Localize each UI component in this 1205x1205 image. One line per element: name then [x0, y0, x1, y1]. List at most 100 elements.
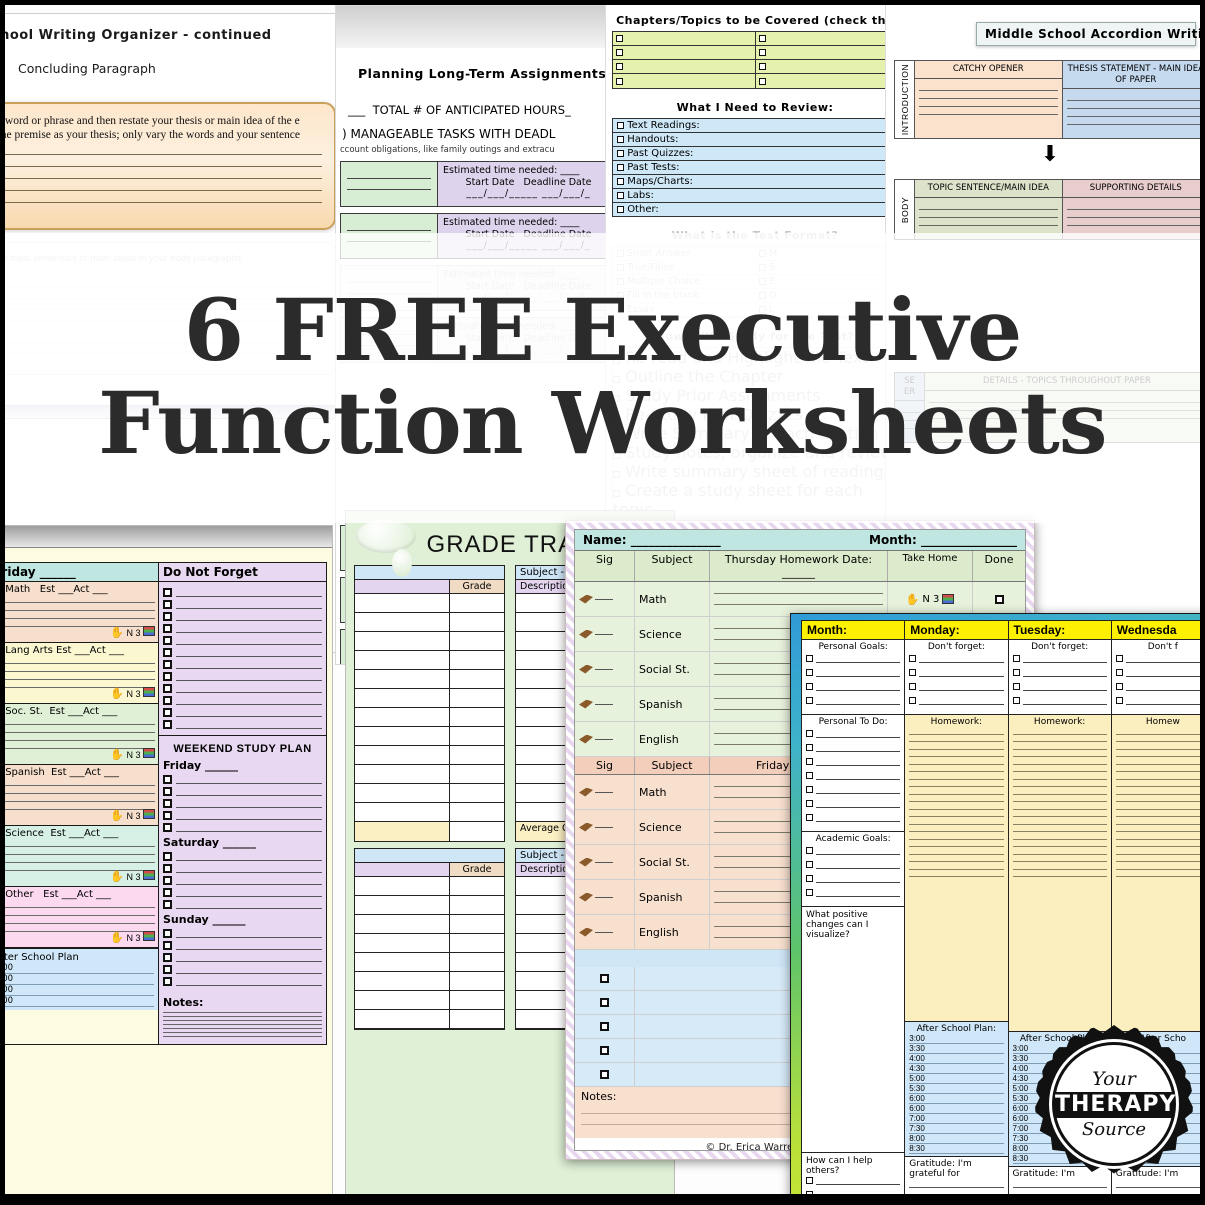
- time-row[interactable]: 3:30: [909, 1044, 1004, 1054]
- chapter-row[interactable]: [613, 46, 897, 60]
- todo-item[interactable]: [806, 771, 901, 780]
- table-row[interactable]: [355, 896, 504, 915]
- dnf-item[interactable]: [163, 588, 322, 597]
- checkbox-icon[interactable]: [163, 929, 172, 938]
- checkbox-icon[interactable]: [806, 730, 813, 737]
- review-item[interactable]: Past Tests:: [613, 161, 897, 175]
- checkbox-icon[interactable]: [600, 974, 609, 983]
- checkbox-icon[interactable]: [163, 775, 172, 784]
- checkbox-icon[interactable]: [806, 669, 813, 676]
- time-row[interactable]: 7:30: [909, 1124, 1004, 1134]
- checkbox-icon[interactable]: [163, 787, 172, 796]
- checkbox-icon[interactable]: [1115, 669, 1123, 676]
- weekend-item[interactable]: [163, 953, 322, 962]
- checkbox-icon[interactable]: [909, 669, 917, 676]
- table-row[interactable]: [355, 651, 504, 670]
- checkbox-icon[interactable]: [806, 800, 813, 807]
- time-row[interactable]: 8:30: [909, 1144, 1004, 1154]
- checkbox-icon[interactable]: [1115, 655, 1123, 662]
- signature-cell[interactable]: [575, 775, 635, 809]
- time-row[interactable]: 8:00: [909, 1134, 1004, 1144]
- average-grade-row[interactable]: [355, 822, 504, 841]
- checkbox-icon[interactable]: [163, 965, 172, 974]
- checkbox-icon[interactable]: [806, 772, 813, 779]
- dnf-item[interactable]: [163, 660, 322, 669]
- dnf-item[interactable]: [163, 636, 322, 645]
- time-row[interactable]: 7:00: [909, 1114, 1004, 1124]
- checkbox-icon[interactable]: [806, 1177, 813, 1184]
- task-cell[interactable]: [341, 162, 437, 206]
- checkbox-icon[interactable]: [163, 876, 172, 885]
- signature-cell[interactable]: [575, 652, 635, 686]
- table-row[interactable]: [355, 784, 504, 803]
- checkbox-icon[interactable]: [806, 697, 813, 704]
- checkbox-icon[interactable]: [163, 612, 172, 621]
- dnf-item[interactable]: [163, 612, 322, 621]
- checkbox-icon[interactable]: [617, 164, 624, 171]
- checkbox-icon[interactable]: [163, 708, 172, 717]
- take-home-cell[interactable]: ✋N 3: [888, 582, 973, 616]
- checkbox-icon[interactable]: [1012, 683, 1020, 690]
- checkbox-icon[interactable]: [163, 684, 172, 693]
- checkbox-icon[interactable]: [806, 683, 813, 690]
- checkbox-icon[interactable]: [806, 875, 813, 882]
- checkbox-icon[interactable]: [1012, 655, 1020, 662]
- time-row[interactable]: 4:00: [909, 1054, 1004, 1064]
- signature-cell[interactable]: [575, 810, 635, 844]
- positive-changes-question[interactable]: What positive changes can I visualize?: [802, 907, 905, 1153]
- grade-table[interactable]: Grade: [354, 565, 505, 842]
- weekend-item[interactable]: [163, 929, 322, 938]
- signature-cell[interactable]: [575, 722, 635, 756]
- table-row[interactable]: [355, 1010, 504, 1029]
- signature-cell[interactable]: [575, 582, 635, 616]
- table-row[interactable]: [355, 991, 504, 1010]
- checkbox-icon[interactable]: [617, 150, 624, 157]
- write-line[interactable]: [5, 165, 322, 167]
- weekend-item[interactable]: [163, 823, 322, 832]
- checkbox-icon[interactable]: [909, 655, 917, 662]
- homework-section[interactable]: Homework:: [1008, 715, 1111, 1031]
- homework-section[interactable]: Homew: [1111, 715, 1200, 1031]
- weekend-item[interactable]: [163, 811, 322, 820]
- homework-row[interactable]: Math ✋N 3: [575, 582, 1025, 617]
- checkbox-icon[interactable]: [806, 758, 813, 765]
- table-row[interactable]: [355, 689, 504, 708]
- dont-forget-item[interactable]: [1115, 668, 1200, 677]
- checkbox-icon[interactable]: [806, 744, 813, 751]
- chapter-row[interactable]: [613, 60, 897, 74]
- after-school-time-row[interactable]: 3:00: [5, 963, 154, 974]
- weekend-item[interactable]: [163, 965, 322, 974]
- checkbox-icon[interactable]: [616, 35, 623, 42]
- checkbox-icon[interactable]: [909, 683, 917, 690]
- checkbox-icon[interactable]: [163, 672, 172, 681]
- table-row[interactable]: [355, 746, 504, 765]
- dnf-item[interactable]: [163, 708, 322, 717]
- checkbox-icon[interactable]: [758, 77, 766, 85]
- checkbox-icon[interactable]: [163, 624, 172, 633]
- time-row[interactable]: 5:00: [909, 1074, 1004, 1084]
- checkbox-icon[interactable]: [163, 696, 172, 705]
- goal-item[interactable]: [806, 696, 901, 705]
- todo-item[interactable]: [806, 729, 901, 738]
- after-school-time-row[interactable]: 6:00: [5, 996, 154, 1007]
- weekend-item[interactable]: [163, 888, 322, 897]
- checkbox-icon[interactable]: [617, 122, 624, 129]
- signature-cell[interactable]: [575, 845, 635, 879]
- review-item[interactable]: Handouts:: [613, 133, 897, 147]
- table-row[interactable]: [355, 632, 504, 651]
- date-slashes[interactable]: ___/___/_____ ___/___/_: [443, 188, 614, 199]
- write-line[interactable]: [5, 189, 322, 191]
- dont-forget-item[interactable]: [1115, 654, 1200, 663]
- todo-item[interactable]: [806, 799, 901, 808]
- chapter-row[interactable]: [613, 74, 897, 88]
- checkbox-icon[interactable]: [163, 636, 172, 645]
- todo-item[interactable]: [806, 785, 901, 794]
- dnf-item[interactable]: [163, 720, 322, 729]
- review-item[interactable]: Maps/Charts:: [613, 175, 897, 189]
- done-cell[interactable]: [973, 582, 1025, 616]
- review-item[interactable]: Past Quizzes:: [613, 147, 897, 161]
- dont-forget-item[interactable]: [1012, 696, 1107, 705]
- checkbox-icon[interactable]: [600, 1070, 609, 1079]
- table-row[interactable]: [355, 953, 504, 972]
- checkbox-icon[interactable]: [163, 864, 172, 873]
